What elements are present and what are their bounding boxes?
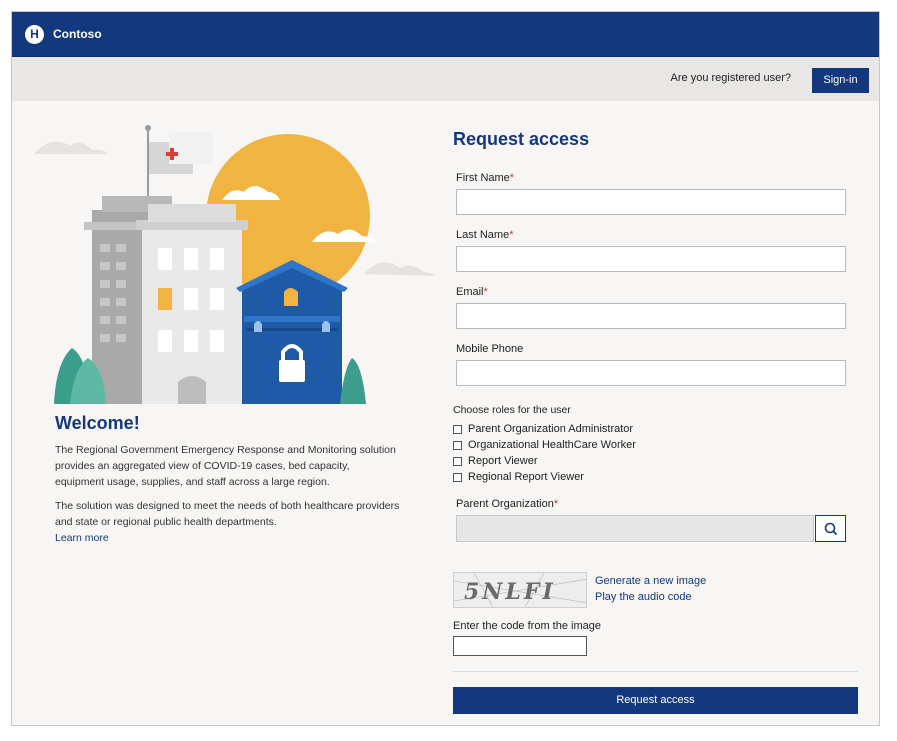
email-field[interactable] [456, 303, 846, 329]
role-option[interactable]: Report Viewer [453, 454, 538, 468]
captcha-input-label: Enter the code from the image [453, 620, 601, 632]
play-audio-code-link[interactable]: Play the audio code [595, 591, 692, 603]
parent-organization-field[interactable] [456, 515, 814, 542]
welcome-title: Welcome! [55, 413, 140, 433]
last-name-field[interactable] [456, 246, 846, 272]
captcha-input[interactable] [453, 636, 587, 656]
required-marker: * [509, 172, 515, 184]
required-marker: * [509, 229, 514, 241]
learn-more-link[interactable]: Learn more [55, 532, 109, 544]
roles-label: Choose roles for the user [453, 404, 571, 416]
captcha-code: 5NLFI [464, 579, 556, 605]
role-checkbox[interactable] [453, 456, 462, 466]
first-name-field[interactable] [456, 189, 846, 215]
role-label: Report Viewer [468, 455, 538, 467]
role-option[interactable]: Regional Report Viewer [453, 470, 584, 484]
app-frame: H Contoso Are you registered user? Sign-… [11, 11, 880, 726]
role-option[interactable]: Organizational HealthCare Worker [453, 438, 636, 452]
form-divider [453, 671, 858, 672]
required-marker: * [553, 498, 559, 510]
role-option[interactable]: Parent Organization Administrator [453, 422, 633, 436]
search-icon [824, 522, 838, 536]
top-navbar: H Contoso [12, 12, 879, 57]
role-checkbox[interactable] [453, 424, 462, 434]
captcha-image: 5NLFI [453, 572, 587, 608]
form-title: Request access [453, 129, 590, 149]
parent-organization-lookup-button[interactable] [815, 515, 846, 542]
mobile-phone-field[interactable] [456, 360, 846, 386]
first-name-label: First Name* [456, 172, 515, 184]
welcome-paragraph-1: The Regional Government Emergency Respon… [55, 444, 396, 488]
role-checkbox[interactable] [453, 440, 462, 450]
role-label: Organizational HealthCare Worker [468, 439, 636, 451]
parent-organization-label: Parent Organization* [456, 498, 559, 510]
brand-name[interactable]: Contoso [53, 27, 102, 41]
last-name-label: Last Name* [456, 229, 514, 241]
contoso-logo-icon: H [25, 25, 44, 44]
mobile-phone-label: Mobile Phone [456, 343, 524, 355]
welcome-paragraph-2: The solution was designed to meet the ne… [55, 498, 400, 546]
role-checkbox[interactable] [453, 472, 462, 482]
request-access-button[interactable]: Request access [453, 687, 858, 714]
required-marker: * [483, 286, 488, 298]
role-label: Parent Organization Administrator [468, 423, 634, 435]
signin-bar: Are you registered user? Sign-in [12, 57, 879, 101]
generate-new-image-link[interactable]: Generate a new image [595, 575, 706, 587]
hospital-illustration [32, 112, 442, 404]
registered-question: Are you registered user? [670, 72, 791, 84]
signin-button[interactable]: Sign-in [812, 68, 869, 93]
email-label: Email* [456, 286, 488, 298]
welcome-paragraph-2-text: The solution was designed to meet the ne… [55, 500, 400, 528]
role-label: Regional Report Viewer [468, 471, 584, 483]
